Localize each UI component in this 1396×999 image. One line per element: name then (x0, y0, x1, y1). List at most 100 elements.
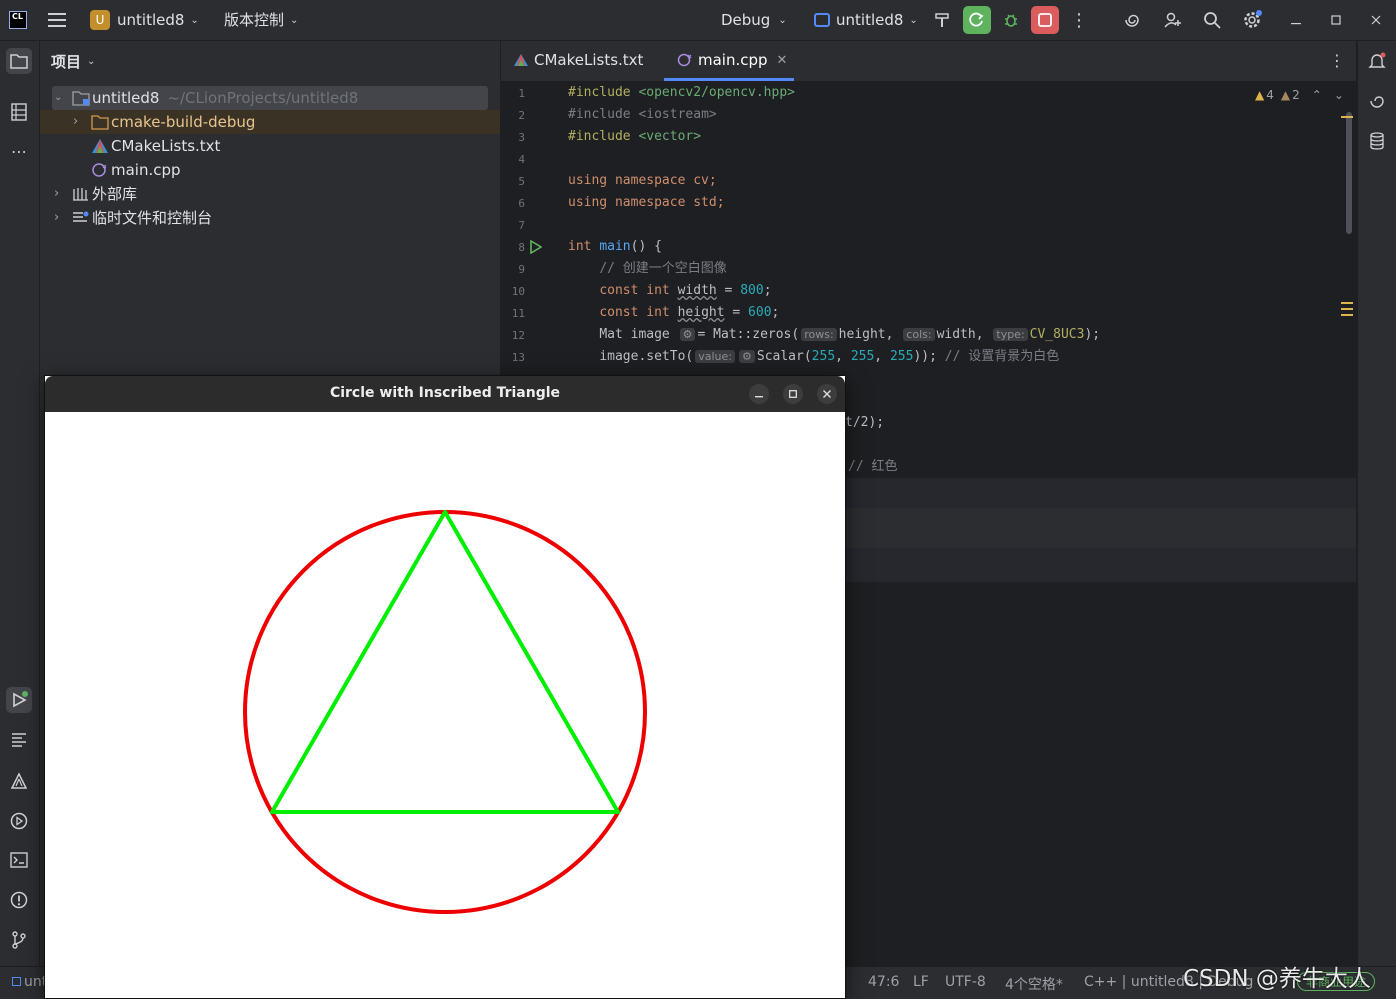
title-bar: CL U untitled8 ⌄ 版本控制 ⌄ Debug ⌄ untitled… (0, 0, 1396, 41)
todo-list-icon[interactable] (6, 727, 32, 753)
code-line-10: const int width = 800; (599, 283, 772, 298)
notifications-icon[interactable] (1364, 48, 1390, 74)
rerun-icon[interactable] (963, 6, 991, 34)
chevron-down-icon: ⌄ (909, 14, 918, 26)
git-icon[interactable] (6, 927, 32, 953)
database-icon[interactable] (1364, 128, 1390, 154)
chevron-right-icon: › (54, 210, 60, 225)
folder-icon (91, 115, 109, 130)
current-line-highlight (845, 478, 1356, 508)
minimize-icon[interactable] (749, 384, 769, 404)
indent-setting[interactable]: 4个空格* (1005, 974, 1063, 994)
cursor-position[interactable]: 47:6 (868, 974, 899, 990)
image-window-title-bar[interactable]: Circle with Inscribed Triangle (45, 376, 845, 412)
cmake-file-icon (92, 139, 108, 153)
scroll-marker (1341, 116, 1353, 118)
more-icon[interactable]: ⋮ (1065, 6, 1093, 34)
stop-icon[interactable] (1031, 6, 1059, 34)
line-number: 2 (518, 109, 525, 122)
type-hint-icon: ⚙ (679, 328, 696, 341)
code-line-1: #include <opencv2/opencv.hpp> (568, 85, 795, 100)
chevron-down-icon[interactable]: ⌄ (1334, 88, 1344, 102)
file-encoding[interactable]: UTF-8 (945, 974, 986, 990)
target-name: untitled8 (836, 11, 904, 29)
line-separator[interactable]: LF (913, 974, 929, 990)
right-tool-strip (1357, 41, 1396, 966)
run-tool-icon[interactable] (6, 687, 32, 713)
chevron-up-icon[interactable]: ⌃ (1312, 88, 1322, 102)
line-number: 13 (511, 351, 525, 364)
ai-spiral-icon[interactable] (1118, 6, 1146, 34)
logo-text: CL (12, 12, 23, 21)
image-window[interactable]: Circle with Inscribed Triangle (45, 376, 845, 998)
run-gutter-icon[interactable] (530, 240, 542, 254)
vcs-menu[interactable]: 版本控制 ⌄ (224, 10, 298, 30)
green-triangle (270, 510, 620, 814)
code-line-5: using namespace cv; (568, 173, 717, 188)
project-badge: U (90, 10, 110, 30)
problems-icon[interactable] (6, 887, 32, 913)
code-line-12: Mat image ⚙ = Mat::zeros(rows: height, col… (599, 327, 1101, 342)
terminal-icon[interactable] (6, 847, 32, 873)
tree-item-cmake-build-debug[interactable]: › cmake-build-debug (73, 110, 255, 134)
run-config-selector[interactable]: Debug ⌄ (721, 10, 787, 30)
tree-item-label: cmake-build-debug (111, 113, 256, 131)
scroll-marker (1341, 302, 1353, 304)
chevron-down-icon: ⌄ (190, 14, 199, 26)
tree-root-untitled8[interactable]: ⌄ untitled8 ~/CLionProjects/untitled8 (54, 86, 358, 110)
ai-assistant-icon[interactable] (1364, 88, 1390, 114)
line-number: 7 (518, 219, 525, 232)
tree-item-main-cpp[interactable]: main.cpp (91, 158, 181, 182)
line-number: 10 (511, 285, 525, 298)
module-icon (12, 977, 21, 986)
left-tool-strip: ⋯ (0, 41, 40, 966)
tree-item-cmakelists[interactable]: CMakeLists.txt (91, 134, 220, 158)
tab-label: main.cpp (698, 51, 768, 69)
tab-cmakelists[interactable]: CMakeLists.txt (513, 51, 643, 69)
close-tab-icon[interactable]: ✕ (777, 53, 788, 68)
code-line-2: #include <iostream> (568, 107, 717, 122)
debug-icon[interactable] (997, 6, 1025, 34)
add-user-icon[interactable] (1159, 6, 1187, 34)
line-number: 5 (518, 175, 525, 188)
tab-options-icon[interactable]: ⋮ (1329, 51, 1345, 70)
close-icon[interactable] (1362, 6, 1390, 34)
maximize-icon[interactable] (783, 384, 803, 404)
line-highlight (845, 548, 1356, 582)
status-left-text[interactable]: unt (12, 974, 47, 990)
settings-icon[interactable] (1238, 6, 1266, 34)
search-icon[interactable] (1198, 6, 1226, 34)
project-panel-title: 项目 (51, 53, 82, 71)
tab-main-cpp[interactable]: main.cpp ✕ (677, 51, 787, 69)
target-selector[interactable]: untitled8 ⌄ (814, 10, 918, 30)
line-number: 3 (518, 131, 525, 144)
project-switcher[interactable]: U untitled8 ⌄ (90, 10, 199, 30)
maximize-icon[interactable] (1322, 6, 1350, 34)
tree-item-label: 临时文件和控制台 (92, 209, 213, 227)
project-panel-header[interactable]: 项目 ⌄ (51, 51, 95, 72)
close-icon[interactable] (817, 384, 837, 404)
minimize-icon[interactable] (1282, 6, 1310, 34)
project-folder-icon[interactable] (6, 48, 32, 74)
warning-icon: ▲ (1255, 88, 1265, 102)
chevron-right-icon: › (73, 114, 79, 129)
tab-label: CMakeLists.txt (534, 51, 644, 69)
root-path: ~/CLionProjects/untitled8 (167, 89, 359, 107)
line-highlight (845, 508, 1356, 548)
run-config-label: Debug (721, 11, 771, 29)
structure-icon[interactable] (6, 99, 32, 125)
tree-item-external-libs[interactable]: › 外部库 (54, 182, 137, 206)
code-fragment-visible: // 红色 (848, 459, 898, 474)
scrollbar-thumb[interactable] (1346, 112, 1352, 234)
inspection-widget[interactable]: ▲ 4 ▲ 2 ⌃ ⌄ (1255, 88, 1344, 102)
tree-item-scratches[interactable]: › 临时文件和控制台 (54, 206, 212, 230)
type-hint-icon: ⚙ (739, 350, 755, 363)
hamburger-menu-icon[interactable] (43, 6, 71, 34)
scratches-icon (73, 211, 89, 222)
hammer-icon[interactable] (928, 6, 956, 34)
cmake-icon[interactable] (6, 768, 32, 794)
services-icon[interactable] (6, 808, 32, 834)
watermark-text: CSDN @养牛大人 (1183, 966, 1371, 992)
more-tools-icon[interactable]: ⋯ (6, 138, 32, 164)
image-window-title: Circle with Inscribed Triangle (329, 385, 561, 401)
